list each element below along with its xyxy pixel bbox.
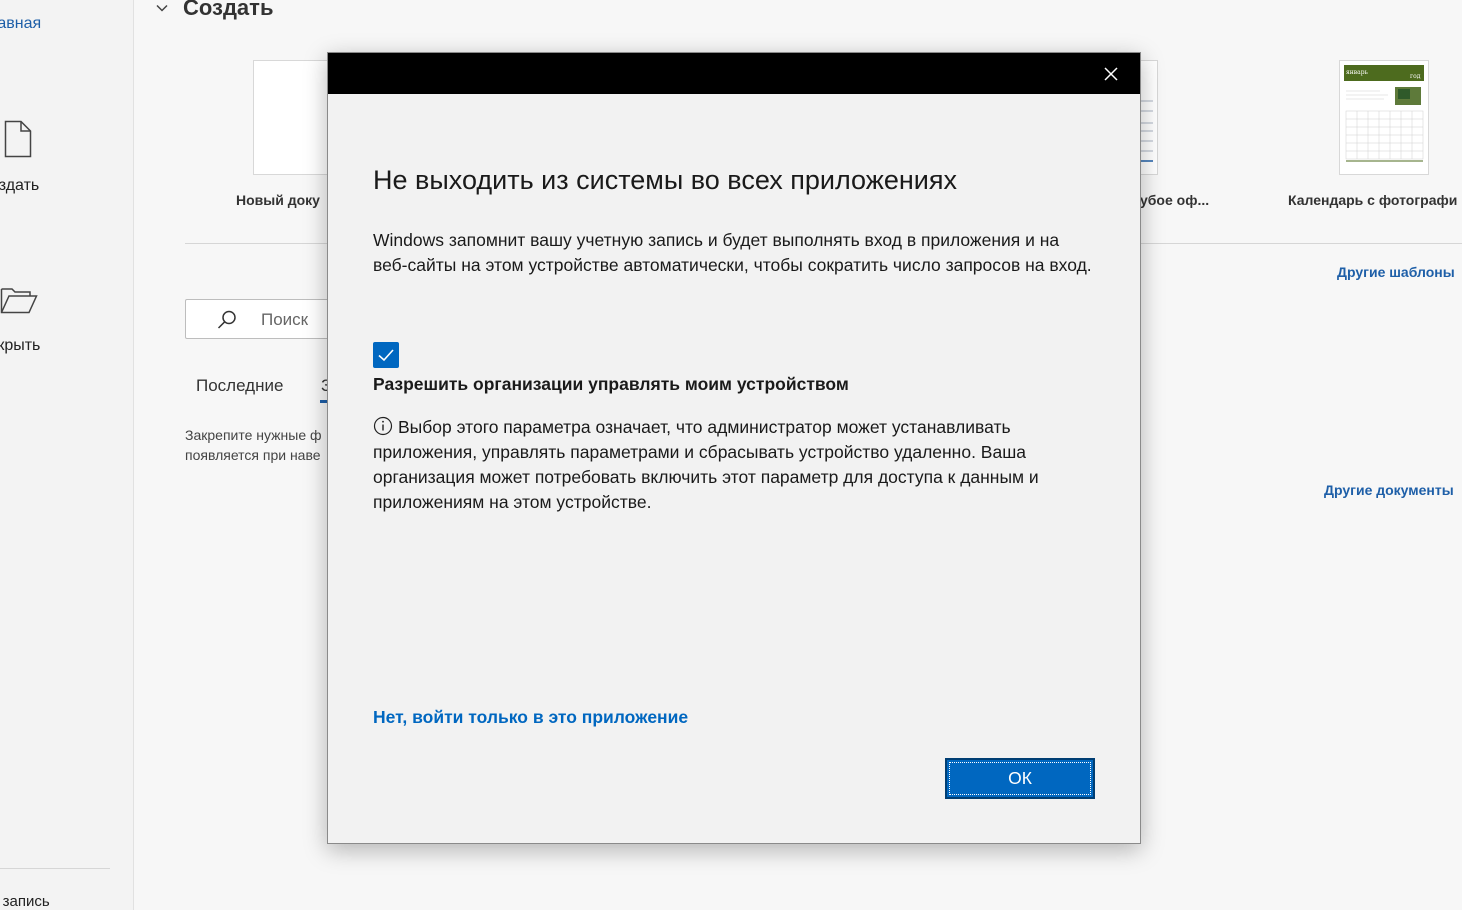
manage-device-checkbox[interactable] bbox=[373, 342, 399, 368]
create-title: Создать bbox=[183, 0, 274, 20]
more-documents-link[interactable]: Другие документы bbox=[1324, 482, 1454, 498]
pin-hint-text: Закрепите нужные ф появляется при наве bbox=[185, 425, 322, 465]
stay-signed-in-dialog: Не выходить из системы во всех приложени… bbox=[327, 52, 1141, 844]
tab-recent[interactable]: Последние bbox=[196, 376, 283, 396]
search-placeholder: Поиск bbox=[261, 310, 309, 329]
chevron-down-icon bbox=[156, 4, 168, 12]
search-icon bbox=[216, 309, 238, 336]
pin-hint-line-1: Закрепите нужные ф bbox=[185, 427, 322, 443]
ok-button[interactable]: ОК bbox=[945, 758, 1095, 799]
dialog-info-body: Выбор этого параметра означает, что адми… bbox=[373, 417, 1039, 512]
checkmark-icon bbox=[378, 349, 394, 362]
nav-item-home[interactable]: лавная bbox=[0, 15, 41, 33]
dialog-titlebar bbox=[328, 53, 1140, 94]
pin-hint-line-2: появляется при наве bbox=[185, 447, 321, 463]
nav-item-open[interactable]: ткрыть bbox=[0, 285, 134, 365]
new-document-icon bbox=[4, 120, 32, 163]
nav-item-account[interactable]: ая запись bbox=[0, 893, 50, 910]
template-blank-label[interactable]: Новый доку bbox=[236, 192, 320, 208]
create-section-header[interactable]: Создать bbox=[155, 0, 273, 21]
sign-in-this-app-only-link[interactable]: Нет, войти только в это приложение bbox=[373, 707, 688, 728]
calendar-template-preview: январь год bbox=[1344, 65, 1424, 162]
manage-device-label[interactable]: Разрешить организации управлять моим уст… bbox=[373, 374, 849, 395]
search-input[interactable]: Поиск bbox=[185, 299, 345, 339]
more-templates-link[interactable]: Другие шаблоны bbox=[1337, 264, 1455, 280]
nav-divider bbox=[0, 868, 110, 869]
svg-text:год: год bbox=[1410, 73, 1421, 80]
backstage-nav: лавная оздать ткрыть ая запись bbox=[0, 0, 134, 910]
nav-item-create-label: оздать bbox=[0, 177, 40, 194]
dialog-heading: Не выходить из системы во всех приложени… bbox=[373, 165, 957, 195]
nav-item-open-label: ткрыть bbox=[0, 337, 41, 354]
dialog-info-text: Выбор этого параметра означает, что адми… bbox=[373, 415, 1093, 515]
open-folder-icon bbox=[0, 285, 38, 320]
svg-text:январь: январь bbox=[1346, 69, 1369, 76]
nav-item-create[interactable]: оздать bbox=[0, 120, 134, 200]
info-icon bbox=[373, 416, 393, 436]
template-calendar-thumbnail[interactable]: январь год bbox=[1339, 60, 1429, 175]
dialog-description: Windows запомнит вашу учетную запись и б… bbox=[373, 230, 1092, 275]
template-calendar-label[interactable]: Календарь с фотографи bbox=[1288, 192, 1457, 208]
close-icon[interactable] bbox=[1102, 65, 1120, 83]
template-label[interactable]: убое оф... bbox=[1140, 192, 1209, 208]
